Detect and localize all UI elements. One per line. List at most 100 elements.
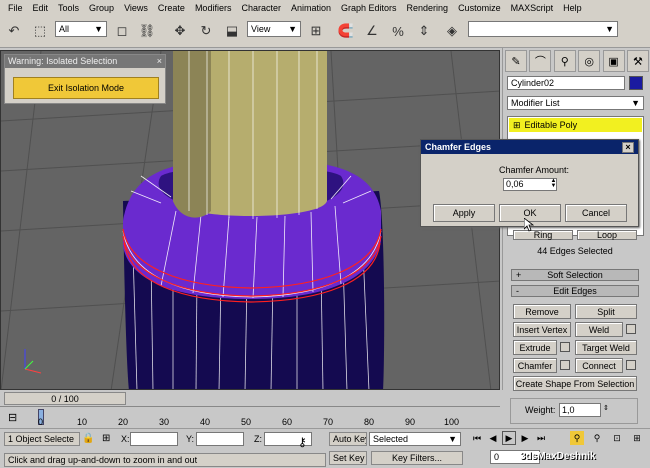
apply-button[interactable]: Apply [433,204,495,222]
mini-curve-editor-icon[interactable]: ⊟ [8,411,22,425]
timeline-tick-label: 100 [444,417,460,427]
timeline-tick-label: 50 [241,417,252,427]
loop-button[interactable]: Loop [577,230,637,240]
link-icon[interactable]: ⛓ [137,21,157,41]
track-bar[interactable]: ⊟ 0 10 20 30 40 50 60 70 80 90 100 [0,406,500,428]
menu-item-character[interactable]: Character [236,3,286,13]
chamfer-button[interactable]: Chamfer [513,358,557,373]
extrude-settings-icon[interactable] [560,342,570,352]
object-color-swatch[interactable] [629,76,643,90]
menu-item-tools[interactable]: Tools [53,3,84,13]
menu-item-graph-editors[interactable]: Graph Editors [336,3,402,13]
motion-tab-icon[interactable]: ◎ [578,50,601,72]
menu-item-views[interactable]: Views [119,3,153,13]
status-bar: 1 Object Selecte 🔒 ⊞ X: Y: Z: ⚷ Auto Key… [0,428,650,468]
target-weld-button[interactable]: Target Weld [575,340,637,355]
expand-icon[interactable]: ⊞ [513,120,521,131]
key-mode-dropdown[interactable]: Selected ▼ [369,432,461,446]
timeline-tick-label: 10 [77,417,88,427]
pivot-icon[interactable]: ⊞ [306,21,326,41]
zoom-all-icon[interactable]: ⚲ [590,431,604,445]
snap-icon[interactable]: 🧲 [336,21,356,41]
reference-coordinate-dropdown[interactable]: View ▼ [247,21,301,37]
floater-titlebar[interactable]: Warning: Isolated Selection × [5,55,165,68]
connect-button[interactable]: Connect [575,358,623,373]
selection-filter-dropdown[interactable]: All ▼ [55,21,107,37]
insert-vertex-button[interactable]: Insert Vertex [513,322,571,337]
lock-icon[interactable]: 🔒 [82,433,94,444]
named-selection-set-dropdown[interactable]: ▼ [468,21,618,37]
set-key-button[interactable]: Set Key [329,451,367,465]
rotate-icon[interactable]: ↻ [196,21,216,41]
spinner-icon[interactable]: ▲ ▼ [550,178,557,190]
y-coordinate-field[interactable] [196,432,244,446]
absolute-mode-icon[interactable]: ⊞ [102,433,110,444]
go-to-start-icon[interactable]: ⏮ [470,431,484,445]
menu-item-group[interactable]: Group [84,3,119,13]
play-icon[interactable]: ▶ [502,431,516,445]
edit-edges-rollout[interactable]: - Edit Edges [511,285,639,297]
go-to-end-icon[interactable]: ⏭ [534,431,548,445]
chamfer-amount-field[interactable]: 0,06 [503,178,557,191]
floater-title: Warning: Isolated Selection [8,56,118,66]
menu-item-customize[interactable]: Customize [453,3,506,13]
dialog-titlebar[interactable]: Chamfer Edges × [421,140,638,154]
command-panel-tabs: ✎ ⌒ ⚲ ◎ ▣ ⚒ [505,50,649,72]
cancel-button[interactable]: Cancel [565,204,627,222]
exit-isolation-mode-button[interactable]: Exit Isolation Mode [13,77,159,99]
weld-settings-icon[interactable] [626,324,636,334]
previous-frame-icon[interactable]: ◀ [486,431,500,445]
menu-item-rendering[interactable]: Rendering [402,3,454,13]
weight-spinner-icon[interactable]: ⇕ [603,404,609,412]
x-coordinate-field[interactable] [130,432,178,446]
object-name-field[interactable]: Cylinder02 [507,76,625,90]
auto-key-button[interactable]: Auto Key [329,432,367,446]
split-button[interactable]: Split [575,304,637,319]
close-icon[interactable]: × [157,56,162,67]
select-by-name-icon[interactable]: ◻ [112,21,132,41]
prompt-line: Click and drag up-and-down to zoom in an… [4,453,326,467]
next-frame-icon[interactable]: ▶ [518,431,532,445]
menu-item-maxscript[interactable]: MAXScript [506,3,559,13]
extrude-button[interactable]: Extrude [513,340,557,355]
menu-item-animation[interactable]: Animation [286,3,336,13]
chamfer-settings-icon[interactable] [560,360,570,370]
timeline-tick-label: 60 [282,417,293,427]
angle-snap-icon[interactable]: ∠ [362,21,382,41]
named-selection-icon[interactable]: ◈ [442,21,462,41]
weld-button[interactable]: Weld [575,322,623,337]
modify-tab-icon[interactable]: ⌒ [529,50,552,72]
create-shape-button[interactable]: Create Shape From Selection [513,376,637,391]
undo-icon[interactable]: ↶ [4,21,24,41]
percent-snap-icon[interactable]: % [388,21,408,41]
move-icon[interactable]: ✥ [170,21,190,41]
stack-item-editable-poly[interactable]: ⊞ Editable Poly [509,118,642,132]
display-tab-icon[interactable]: ▣ [602,50,625,72]
menu-item-create[interactable]: Create [153,3,190,13]
time-slider[interactable]: 0 / 100 [4,392,126,405]
zoom-icon[interactable]: ⚲ [570,431,584,445]
create-tab-icon[interactable]: ✎ [505,50,527,72]
menu-item-help[interactable]: Help [558,3,587,13]
watermark: 3dsMaxDeshnik [520,451,596,462]
close-icon[interactable]: × [622,141,634,153]
key-icon[interactable]: ⚷ [298,435,307,449]
menu-item-modifiers[interactable]: Modifiers [190,3,237,13]
remove-button[interactable]: Remove [513,304,571,319]
hierarchy-tab-icon[interactable]: ⚲ [553,50,576,72]
utilities-tab-icon[interactable]: ⚒ [626,50,649,72]
modifier-list-dropdown[interactable]: Modifier List ▼ [507,96,644,110]
zoom-extents-icon[interactable]: ⊡ [610,431,624,445]
spinner-snap-icon[interactable]: ⇕ [414,21,434,41]
key-filters-button[interactable]: Key Filters... [371,451,463,465]
menu-item-edit[interactable]: Edit [28,3,54,13]
ring-button[interactable]: Ring [513,230,573,240]
zoom-extents-all-icon[interactable]: ⊞ [630,431,644,445]
scale-icon[interactable]: ⬓ [222,21,242,41]
main-toolbar: ↶ ⬚ All ▼ ◻ ⛓ ✥ ↻ ⬓ View ▼ ⊞ 🧲 ∠ % ⇕ ◈ ▼ [0,16,650,48]
connect-settings-icon[interactable] [626,360,636,370]
soft-selection-rollout[interactable]: + Soft Selection [511,269,639,281]
select-region-icon[interactable]: ⬚ [30,21,50,41]
weight-field[interactable]: 1,0 [559,403,601,417]
menu-item-file[interactable]: File [3,3,28,13]
